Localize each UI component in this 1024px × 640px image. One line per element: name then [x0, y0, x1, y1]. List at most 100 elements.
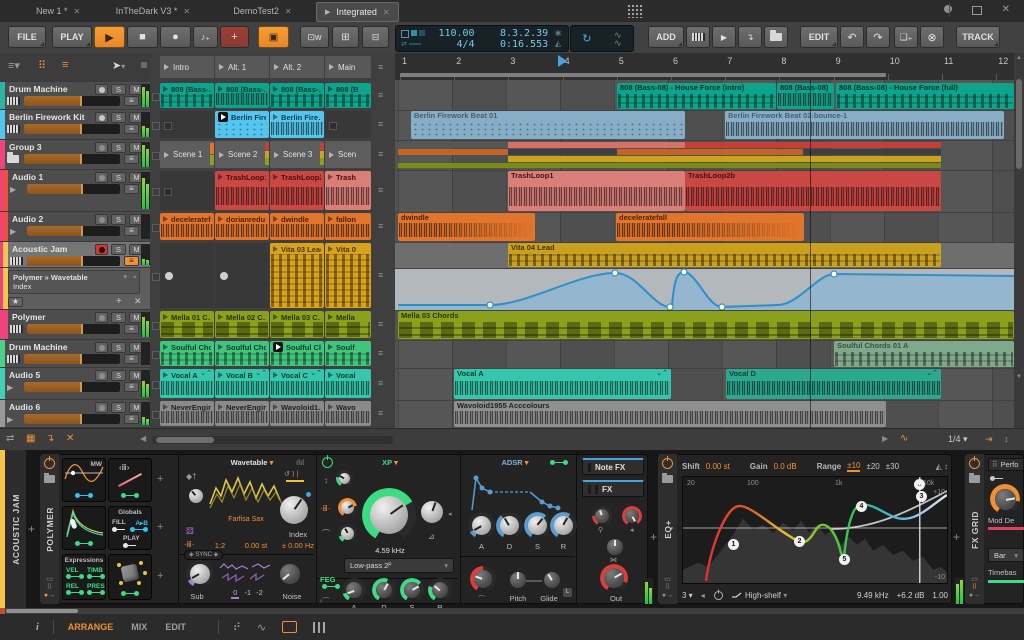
- track-row[interactable]: Drum Machine S M ≡: [0, 82, 150, 110]
- track-row[interactable]: Audio 1 S M ▶ ≡: [0, 170, 150, 212]
- vel-label[interactable]: VEL: [66, 567, 79, 574]
- device-name[interactable]: FX GRID: [970, 511, 980, 549]
- eq-tools-icons[interactable]: ◭ ↕: [936, 462, 948, 471]
- track-fx-button[interactable]: ≡: [124, 184, 139, 194]
- launcher-clip[interactable]: Trash: [325, 171, 371, 210]
- record-button[interactable]: ●: [160, 26, 191, 48]
- keytrack-icon[interactable]: ◆†: [186, 472, 197, 481]
- track-launcher-menu-icon[interactable]: ≡: [378, 319, 383, 329]
- left-arrow-icon[interactable]: ◀: [140, 434, 146, 443]
- scene-play-icon[interactable]: [164, 151, 169, 158]
- scene-header[interactable]: Main: [325, 56, 371, 78]
- launcher-clip[interactable]: fallon: [325, 213, 371, 240]
- volume-fader[interactable]: [24, 414, 120, 424]
- clip-stop-button[interactable]: [152, 122, 160, 130]
- gain-value[interactable]: 0.0 dB: [774, 462, 797, 471]
- sync-badge[interactable]: ◈ SYNC ◈: [184, 550, 224, 560]
- launcher-clip[interactable]: deceleratefall: [160, 213, 214, 240]
- pin-icon[interactable]: ▪: [134, 273, 136, 282]
- overwrite-button[interactable]: ⊞: [332, 26, 359, 48]
- solo-button[interactable]: S: [111, 84, 126, 95]
- position-time-display[interactable]: 8.3.2.39 0:16.553: [475, 28, 548, 50]
- arranger-clip[interactable]: Berlin Firework Beat 02-bounce-1: [725, 111, 1004, 139]
- pitch-knob[interactable]: [506, 568, 530, 592]
- remove-automation-lane-button[interactable]: ✕: [134, 296, 142, 307]
- remote-controls-icon[interactable]: ▭: [46, 576, 53, 584]
- transport-display[interactable]: ⇄ 110.00 4/4 8.3.2.39 0:16.553 ✱ ◭: [395, 25, 569, 52]
- clip-stop-button[interactable]: [152, 411, 160, 419]
- add-audio-track-button[interactable]: ▶: [712, 26, 736, 48]
- cycle-marker-button[interactable]: ⊟: [362, 26, 389, 48]
- stop-button[interactable]: ■: [127, 26, 158, 48]
- snap-toggle-icon[interactable]: ⇥: [985, 434, 993, 445]
- fxgrid-page-tab[interactable]: ⠿ Perfo: [988, 458, 1024, 471]
- launcher-clip[interactable]: Vocal B ⌄⌃: [215, 369, 269, 398]
- adsr-a-knob[interactable]: [468, 512, 495, 539]
- track-row[interactable]: Acoustic Jam S M ≡: [0, 242, 150, 268]
- track-name[interactable]: Polymer: [12, 312, 46, 322]
- volume-fader[interactable]: [27, 256, 120, 266]
- project-tab[interactable]: InTheDark V3 * ✕: [108, 2, 198, 20]
- launcher-clip[interactable]: Vita 03 Lead: [270, 243, 324, 308]
- track-name[interactable]: Drum Machine: [9, 342, 68, 352]
- device-name[interactable]: POLYMER: [45, 507, 55, 552]
- feg-a-knob[interactable]: [342, 578, 366, 602]
- osc-ratio[interactable]: 1:2: [208, 541, 232, 550]
- osc-shape-knob[interactable]: [186, 486, 206, 506]
- arranger-clip[interactable]: Vocal A ⌄⌃: [454, 369, 671, 399]
- feg-r-knob[interactable]: [428, 578, 452, 602]
- scene-header[interactable]: Alt. 1: [215, 56, 269, 78]
- track-launcher-menu-icon[interactable]: ≡: [378, 270, 383, 280]
- track-row[interactable]: Group 3 S M ≡: [0, 140, 150, 170]
- fxgrid-device-strip[interactable]: FX GRID ▭ ⠿ ●→: [965, 454, 984, 604]
- drive-knob[interactable]: [336, 470, 353, 487]
- redo-button[interactable]: ↷: [866, 26, 890, 48]
- remote-controls-icon[interactable]: ▭: [664, 576, 671, 584]
- engine-status-icon[interactable]: [944, 5, 952, 13]
- routing-icon[interactable]: ●→: [662, 592, 673, 600]
- eq-band-point-1[interactable]: 1: [728, 539, 739, 550]
- eq-band-point-4[interactable]: 4: [856, 501, 867, 512]
- range-10[interactable]: ±10: [847, 461, 861, 472]
- glide-legato-badge[interactable]: L: [563, 588, 572, 597]
- random-phase-icon[interactable]: ⚄: [186, 526, 194, 537]
- mod-depth-bar[interactable]: [988, 527, 1024, 530]
- cursor-tool-icon[interactable]: ➤▾: [112, 59, 125, 72]
- record-arm-button[interactable]: [95, 342, 108, 353]
- volume-fader[interactable]: [27, 324, 120, 334]
- track-fx-button[interactable]: ≡: [124, 96, 139, 106]
- noise-knob[interactable]: [276, 560, 304, 588]
- spread-knob[interactable]: [592, 506, 612, 526]
- envelope-modulator[interactable]: [62, 506, 106, 550]
- scene-play-icon[interactable]: [274, 64, 279, 70]
- volume-fader[interactable]: [24, 96, 120, 106]
- rel-route[interactable]: [66, 590, 84, 595]
- wavetable-name[interactable]: Farfisa Sax: [206, 516, 286, 523]
- track-row[interactable]: Audio 6 S M ▶ ≡: [0, 400, 150, 428]
- playhead-marker[interactable]: [558, 55, 567, 67]
- add-menu-button[interactable]: ADD: [648, 26, 684, 48]
- scene-play-icon[interactable]: [164, 64, 169, 70]
- scene-header[interactable]: Intro: [160, 56, 214, 78]
- mixer-panel-toggle-icon[interactable]: [313, 621, 326, 633]
- automation-favorite-button[interactable]: ★: [8, 297, 23, 307]
- osc-type-label[interactable]: Wavetable ▾: [222, 458, 282, 467]
- record-arm-button[interactable]: [95, 214, 108, 225]
- arranger-clip[interactable]: 808 (Bass-08) - House Force (intro): [617, 83, 776, 109]
- track-name[interactable]: Drum Machine: [9, 84, 68, 94]
- scene-slot[interactable]: Scene 2: [215, 141, 269, 168]
- bend-knob[interactable]: [470, 566, 496, 592]
- band-count[interactable]: 3 ▾: [682, 591, 693, 600]
- undo-button[interactable]: ↶: [840, 26, 864, 48]
- track-name[interactable]: Audio 6: [9, 402, 40, 412]
- add-device-button[interactable]: +: [650, 530, 657, 544]
- dropdown-arrow-icon[interactable]: ▾: [123, 273, 127, 282]
- track-name[interactable]: Acoustic Jam: [12, 244, 67, 254]
- hscroll-thumb[interactable]: [6, 609, 78, 613]
- adsr-r-knob[interactable]: [550, 512, 577, 539]
- arranger-clip[interactable]: 808 (Bass-08): [777, 83, 834, 109]
- insert-scene-icon[interactable]: ↴: [46, 433, 54, 444]
- env-type-label[interactable]: ADSR ▾: [492, 458, 538, 467]
- arranger-clip[interactable]: Wavoloid1955 Acccolours: [454, 401, 886, 427]
- launcher-clip[interactable]: Vocal C ⌄⌃: [270, 369, 324, 398]
